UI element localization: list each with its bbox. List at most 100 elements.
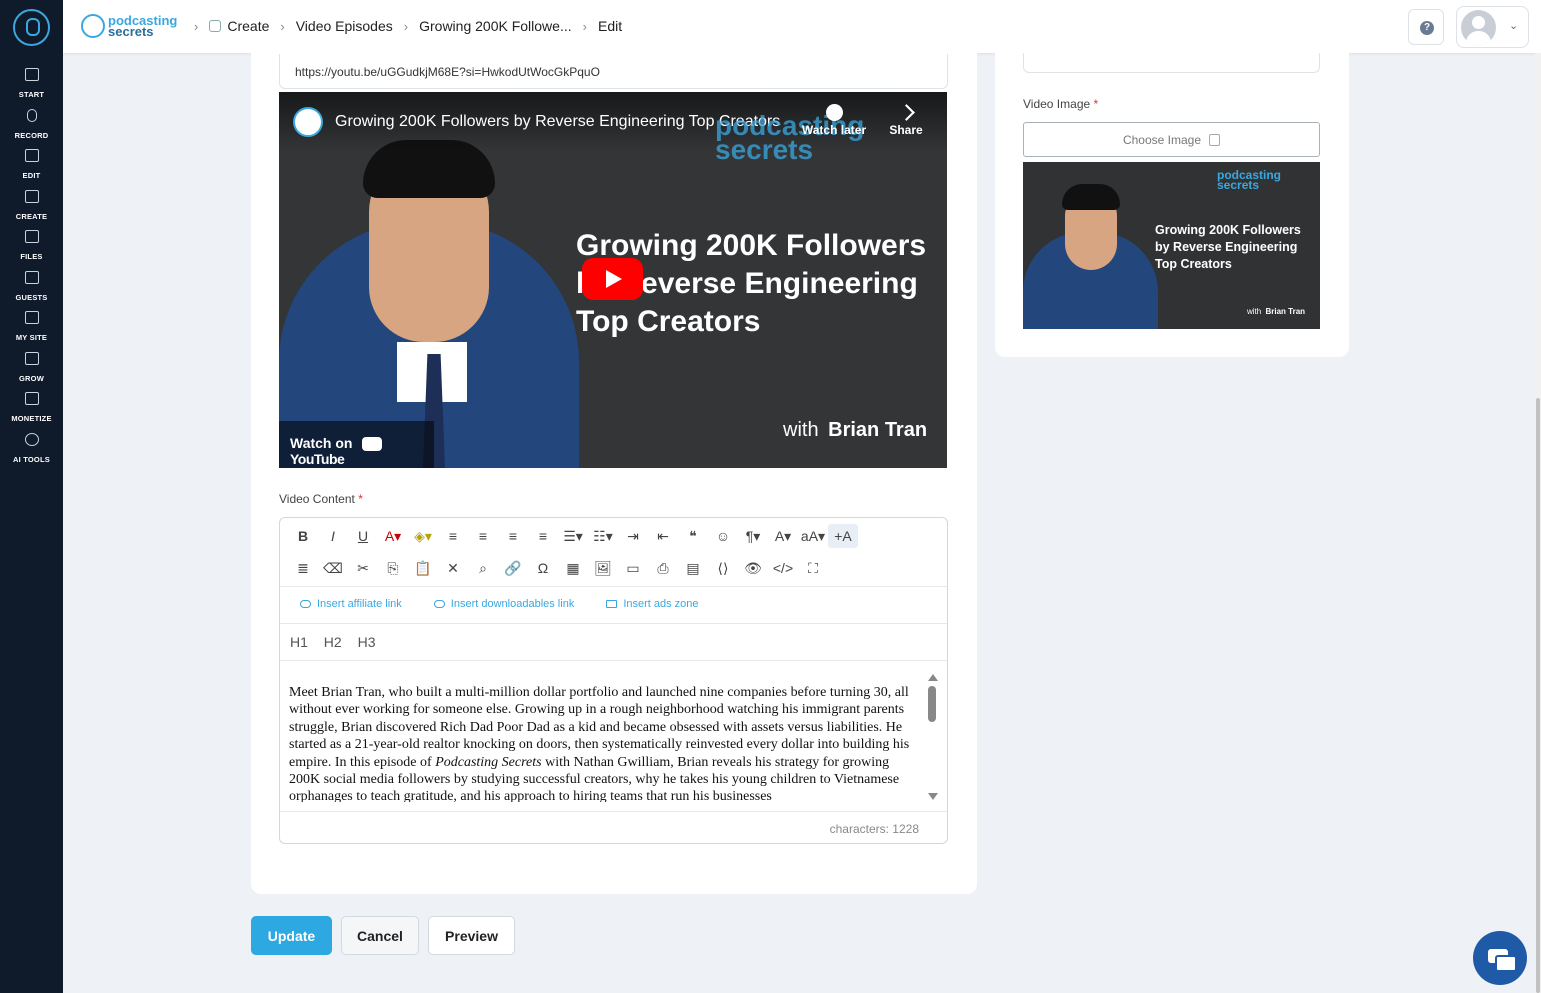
- heading-2-button[interactable]: H2: [324, 634, 342, 650]
- blockquote-button[interactable]: ❝: [678, 524, 708, 548]
- italic-button[interactable]: I: [318, 524, 348, 548]
- sidebar-item-monetize[interactable]: MONETIZE: [0, 392, 63, 426]
- brand-logo[interactable]: podcasting secrets: [81, 10, 177, 42]
- align-center-button[interactable]: ≡: [468, 524, 498, 548]
- highlight-color-button[interactable]: ◈▾: [408, 524, 438, 548]
- insert-ads-zone-button[interactable]: Insert ads zone: [606, 598, 699, 610]
- top-bar: podcasting secrets › Create › Video Epis…: [63, 0, 1541, 53]
- cut-button[interactable]: ✂: [348, 556, 378, 580]
- align-right-button[interactable]: ≡: [498, 524, 528, 548]
- breadcrumb-create[interactable]: Create: [227, 18, 269, 34]
- create-icon: [24, 190, 39, 203]
- indent-button[interactable]: ⇥: [618, 524, 648, 548]
- link-button[interactable]: 🔗: [498, 556, 528, 580]
- font-size-button[interactable]: A▾: [768, 524, 798, 548]
- youtube-embed[interactable]: Growing 200K Followers by Reverse Engine…: [279, 92, 947, 468]
- help-button[interactable]: ?: [1408, 9, 1444, 45]
- guests-icon: [24, 271, 39, 284]
- sidebar-item-create[interactable]: CREATE: [0, 190, 63, 224]
- link-icon: [433, 600, 445, 608]
- sidebar: START RECORD EDIT CREATE FILES GUESTS MY…: [0, 0, 63, 993]
- underline-button[interactable]: U: [348, 524, 378, 548]
- preview-eye-button[interactable]: 👁: [738, 556, 768, 580]
- search-button[interactable]: ⌕: [468, 556, 498, 580]
- update-button[interactable]: Update: [251, 916, 332, 955]
- app-logo-icon[interactable]: [13, 9, 50, 46]
- editor-content[interactable]: Meet Brian Tran, who built a multi-milli…: [289, 684, 921, 802]
- outdent-button[interactable]: ⇤: [648, 524, 678, 548]
- cancel-button[interactable]: Cancel: [341, 916, 419, 955]
- chevron-right-icon: ›: [582, 18, 587, 34]
- microphone-icon: [26, 109, 37, 122]
- video-url-input[interactable]: https://youtu.be/uGGudkjM68E?si=HwkodUtW…: [279, 54, 948, 89]
- special-char-button[interactable]: Ω: [528, 556, 558, 580]
- play-button[interactable]: [582, 258, 643, 300]
- paragraph-button[interactable]: ¶▾: [738, 524, 768, 548]
- ai-write-button[interactable]: +A: [828, 524, 858, 548]
- page-scroll-thumb[interactable]: [1536, 398, 1540, 993]
- heading-1-button[interactable]: H1: [290, 634, 308, 650]
- paste-button[interactable]: 📋: [408, 556, 438, 580]
- editor-extensions: Insert affiliate link Insert downloadabl…: [300, 598, 731, 610]
- page-scrollbar[interactable]: [1535, 53, 1541, 993]
- watch-later-button[interactable]: Watch later: [801, 104, 867, 137]
- video-title[interactable]: Growing 200K Followers by Reverse Engine…: [335, 113, 780, 131]
- sidebar-item-grow[interactable]: GROW: [0, 352, 63, 386]
- video-content-label: Video Content *: [279, 492, 363, 506]
- chat-support-button[interactable]: [1473, 931, 1527, 985]
- numbered-list-button[interactable]: ☰▾: [558, 524, 588, 548]
- emoji-button[interactable]: ☺: [708, 524, 738, 548]
- bold-button[interactable]: B: [288, 524, 318, 548]
- bullet-list-button[interactable]: ☷▾: [588, 524, 618, 548]
- image-button[interactable]: 🖼: [588, 556, 618, 580]
- thumbnail-title: Growing 200K Followers by Reverse Engine…: [1155, 223, 1301, 271]
- watch-on-youtube-button[interactable]: Watch on YouTube: [279, 421, 434, 468]
- embed-button[interactable]: ⟨⟩: [708, 556, 738, 580]
- eraser-button[interactable]: ⌫: [318, 556, 348, 580]
- scroll-thumb[interactable]: [928, 686, 936, 722]
- sidebar-item-start[interactable]: START: [0, 68, 63, 102]
- template-button[interactable]: ▤: [678, 556, 708, 580]
- line-height-button[interactable]: ≣: [288, 556, 318, 580]
- align-left-button[interactable]: ≡: [438, 524, 468, 548]
- breadcrumb-video-episodes[interactable]: Video Episodes: [296, 18, 393, 34]
- heading-3-button[interactable]: H3: [358, 634, 376, 650]
- editor-scrollbar[interactable]: [926, 670, 938, 803]
- scroll-up-icon[interactable]: [928, 674, 938, 681]
- copy-button[interactable]: ⎘: [378, 556, 408, 580]
- breadcrumb-edit: Edit: [597, 18, 623, 34]
- site-icon: [24, 311, 39, 324]
- share-button[interactable]: Share: [887, 104, 925, 137]
- ai-icon: [24, 433, 39, 446]
- video-image-preview: podcasting secrets Growing 200K Follower…: [1023, 162, 1320, 329]
- source-code-button[interactable]: </>: [768, 556, 798, 580]
- store-icon: [24, 68, 39, 81]
- sidebar-item-ai-tools[interactable]: AI TOOLS: [0, 433, 63, 467]
- font-family-button[interactable]: aA▾: [798, 524, 828, 548]
- choose-image-button[interactable]: Choose Image: [1023, 122, 1320, 157]
- scroll-down-icon[interactable]: [928, 793, 938, 800]
- sidebar-item-edit[interactable]: EDIT: [0, 149, 63, 183]
- sidebar-item-files[interactable]: FILES: [0, 230, 63, 264]
- chevron-right-icon: ›: [280, 18, 285, 34]
- sidebar-item-record[interactable]: RECORD: [0, 109, 63, 143]
- video-button[interactable]: ▭: [618, 556, 648, 580]
- youtube-icon: [362, 437, 383, 452]
- channel-avatar-icon[interactable]: [293, 107, 323, 137]
- table-button[interactable]: ▦: [558, 556, 588, 580]
- user-menu-button[interactable]: ⌄: [1456, 6, 1529, 48]
- megaphone-icon: [606, 600, 618, 608]
- sidebar-item-guests[interactable]: GUESTS: [0, 271, 63, 305]
- insert-downloadables-link-button[interactable]: Insert downloadables link: [433, 598, 574, 610]
- preview-button[interactable]: Preview: [428, 916, 515, 955]
- clear-format-button[interactable]: ✕: [438, 556, 468, 580]
- file-button[interactable]: ⎙: [648, 556, 678, 580]
- previous-field-input[interactable]: [1023, 53, 1320, 73]
- text-color-button[interactable]: A▾: [378, 524, 408, 548]
- insert-affiliate-link-button[interactable]: Insert affiliate link: [300, 598, 402, 610]
- breadcrumb-episode[interactable]: Growing 200K Followe...: [419, 18, 572, 34]
- fullscreen-button[interactable]: ⛶: [798, 556, 828, 580]
- align-justify-button[interactable]: ≡: [528, 524, 558, 548]
- clock-icon: [825, 104, 843, 121]
- sidebar-item-my-site[interactable]: MY SITE: [0, 311, 63, 345]
